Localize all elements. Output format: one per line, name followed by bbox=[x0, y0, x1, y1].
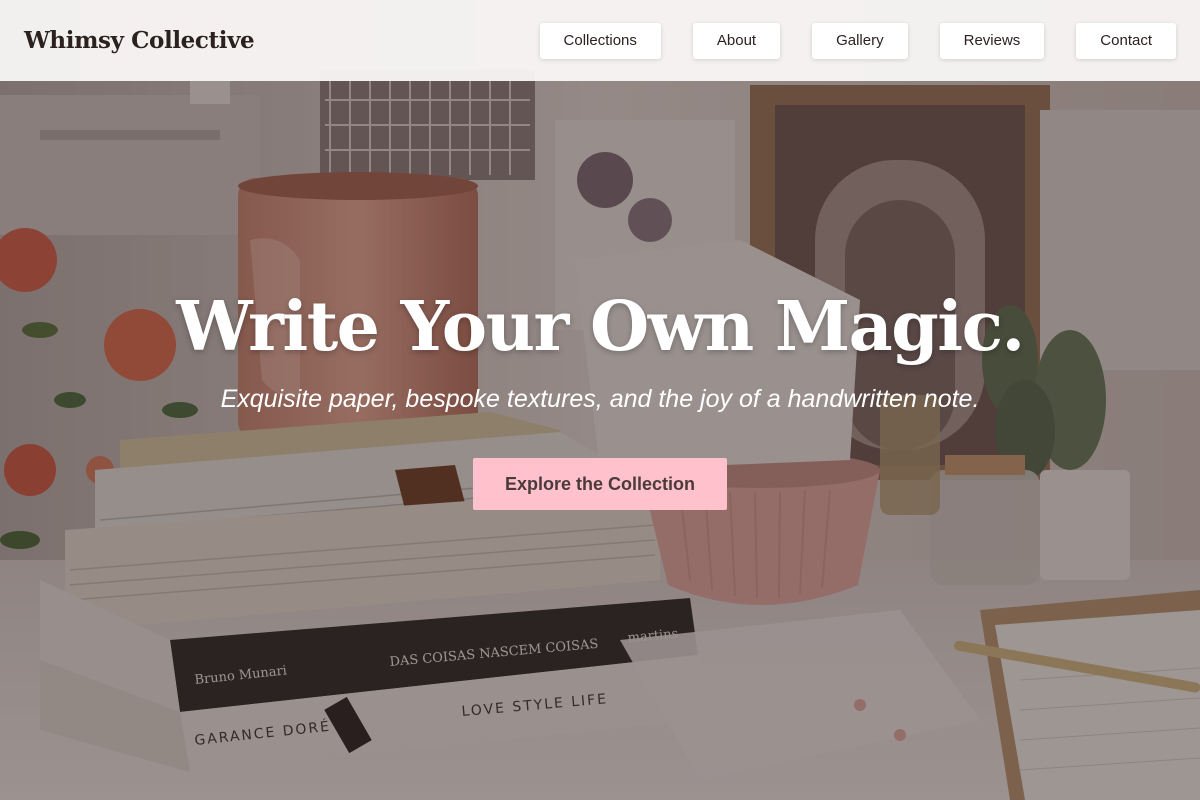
main-nav: Collections About Gallery Reviews Contac… bbox=[539, 22, 1176, 59]
nav-gallery-button[interactable]: Gallery bbox=[812, 22, 908, 59]
page: Bruno Munari DAS COISAS NASCEM COISAS ma… bbox=[0, 0, 1200, 800]
explore-collection-button[interactable]: Explore the Collection bbox=[473, 458, 727, 510]
hero-section: Write Your Own Magic. Exquisite paper, b… bbox=[0, 81, 1200, 800]
nav-reviews-button[interactable]: Reviews bbox=[939, 22, 1045, 59]
nav-collections-button[interactable]: Collections bbox=[539, 22, 661, 59]
hero-subtitle: Exquisite paper, bespoke textures, and t… bbox=[220, 385, 980, 413]
nav-about-button[interactable]: About bbox=[692, 22, 781, 59]
hero-title: Write Your Own Magic. bbox=[176, 287, 1025, 367]
site-header: Whimsy Collective Collections About Gall… bbox=[0, 0, 1200, 81]
brand-logo[interactable]: Whimsy Collective bbox=[24, 27, 255, 54]
nav-contact-button[interactable]: Contact bbox=[1076, 22, 1176, 59]
